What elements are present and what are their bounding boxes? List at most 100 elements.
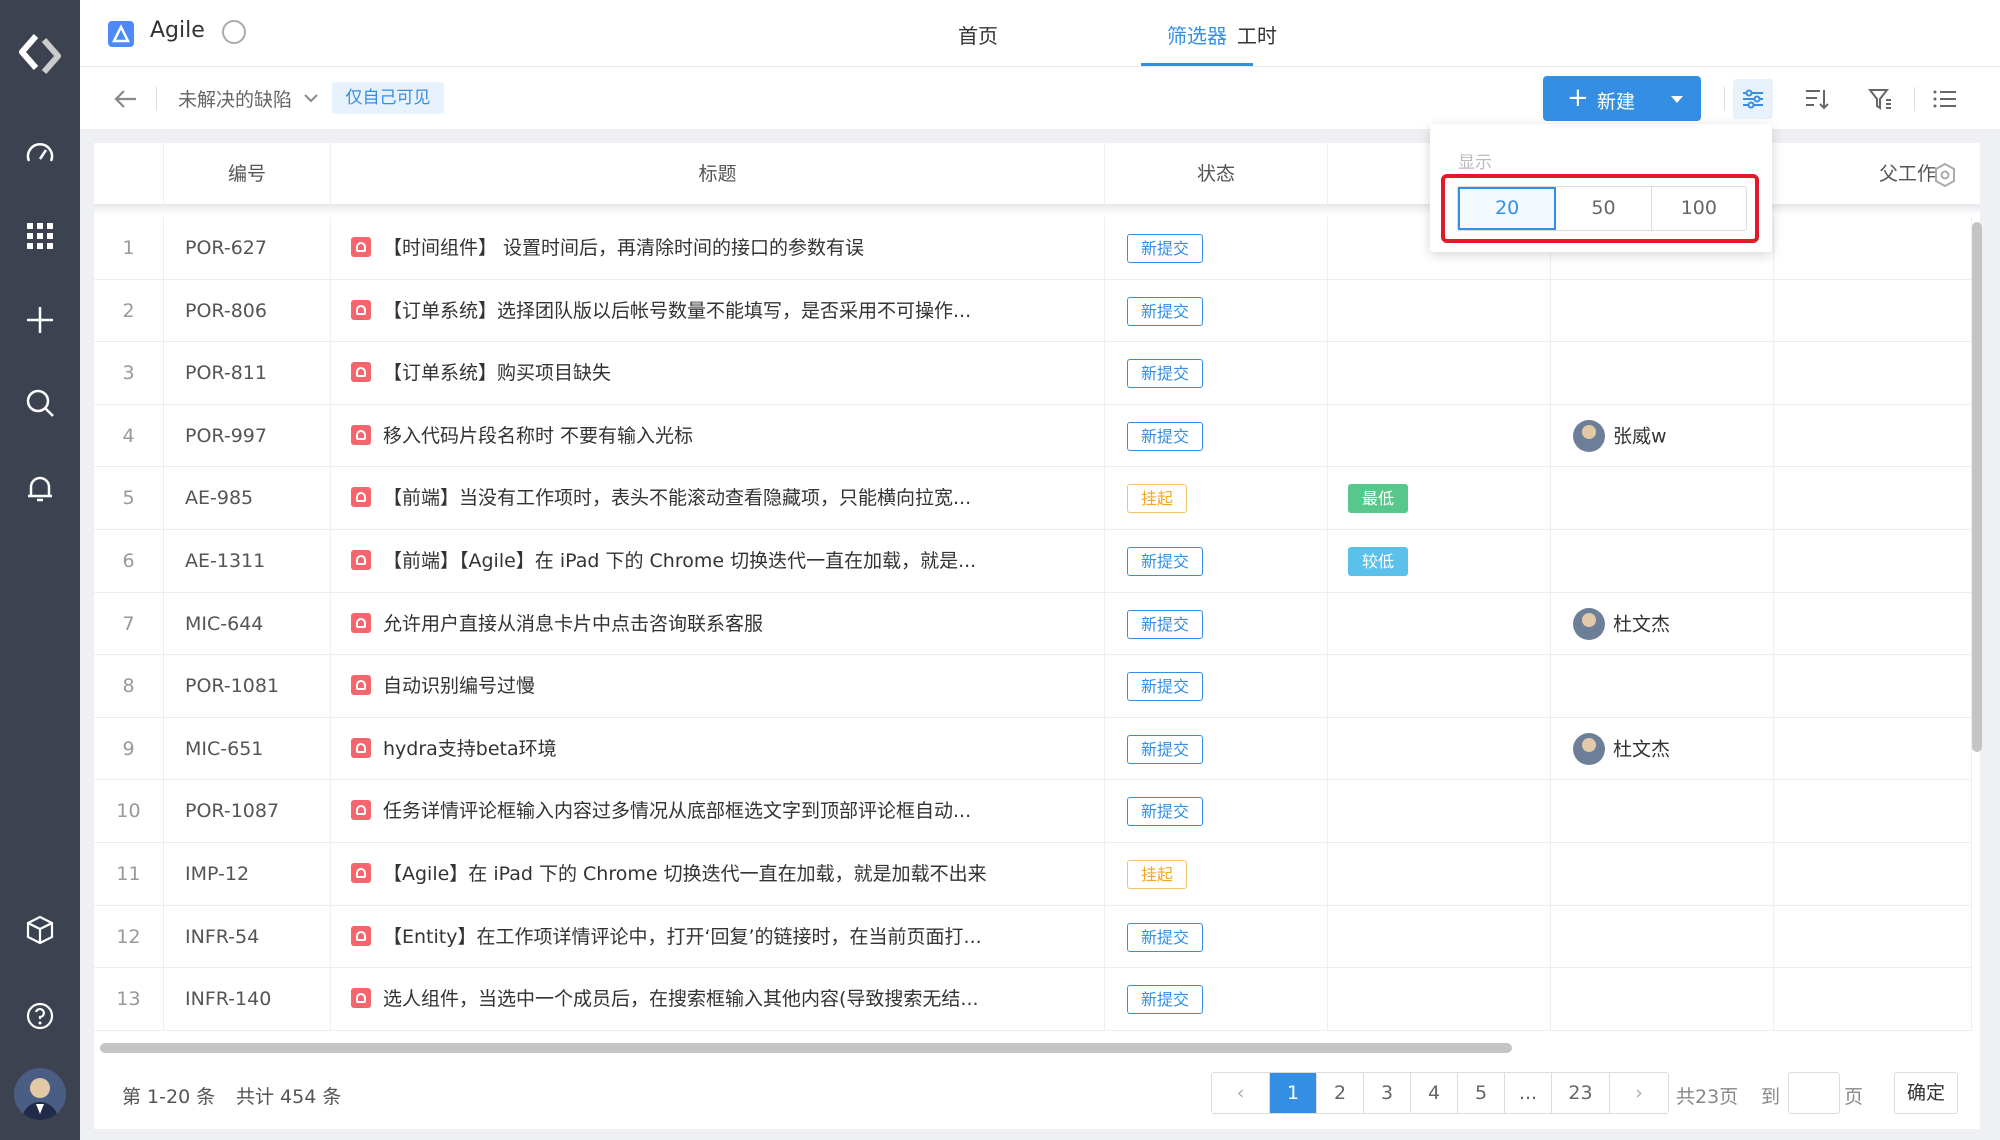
state-tag[interactable]: 新提交 xyxy=(1127,985,1204,1015)
assignee-cell[interactable] xyxy=(1551,842,1774,905)
issue-title[interactable]: 【订单系统】购买项目缺失 xyxy=(383,362,611,384)
priority-cell[interactable] xyxy=(1328,279,1551,342)
assignee-cell[interactable] xyxy=(1551,342,1774,405)
priority-cell[interactable] xyxy=(1328,717,1551,780)
issue-title[interactable]: 【订单系统】选择团队版以后帐号数量不能填写，是否采用不可操作... xyxy=(383,300,971,322)
state-tag[interactable]: 新提交 xyxy=(1127,734,1204,764)
state-tag[interactable]: 新提交 xyxy=(1127,797,1204,827)
issue-title-cell[interactable]: 【前端】当没有工作项时，表头不能滚动查看隐藏项，只能横向拉宽... xyxy=(331,467,1105,530)
issue-title[interactable]: 允许用户直接从消息卡片中点击咨询联系客服 xyxy=(383,613,763,635)
filter-icon[interactable] xyxy=(1860,79,1900,119)
parent-cell[interactable] xyxy=(1774,717,1972,780)
issue-title[interactable]: hydra支持beta环境 xyxy=(383,738,557,760)
priority-cell[interactable]: 最低 xyxy=(1328,467,1551,530)
parent-cell[interactable] xyxy=(1774,592,1972,655)
state-cell[interactable]: 新提交 xyxy=(1105,905,1328,968)
priority-tag[interactable]: 较低 xyxy=(1348,546,1409,576)
page-button[interactable]: 3 xyxy=(1364,1073,1411,1113)
parent-cell[interactable] xyxy=(1774,968,1972,1031)
parent-cell[interactable] xyxy=(1774,655,1972,718)
parent-cell[interactable] xyxy=(1774,279,1972,342)
table-row[interactable]: 5 AE-985 【前端】当没有工作项时，表头不能滚动查看隐藏项，只能横向拉宽...… xyxy=(94,467,1972,530)
priority-cell[interactable] xyxy=(1328,905,1551,968)
parent-cell[interactable] xyxy=(1774,842,1972,905)
vertical-scrollbar[interactable] xyxy=(1972,222,1982,752)
column-header-title[interactable]: 标题 xyxy=(331,143,1105,205)
issue-title-cell[interactable]: 【前端】【Agile】在 iPad 下的 Chrome 切换迭代一直在加载，就是… xyxy=(331,529,1105,592)
worktile-logo-icon[interactable] xyxy=(16,30,64,78)
state-cell[interactable]: 新提交 xyxy=(1105,217,1328,279)
issue-title[interactable]: 任务详情评论框输入内容过多情况从底部框选文字到顶部评论框自动... xyxy=(383,800,971,822)
table-row[interactable]: 3 POR-811 【订单系统】购买项目缺失 新提交 xyxy=(94,342,1972,405)
assignee-cell[interactable] xyxy=(1551,467,1774,530)
tab-home[interactable]: 首页 xyxy=(958,20,998,49)
issue-number[interactable]: INFR-140 xyxy=(164,968,331,1031)
next-page-chevron-right-icon[interactable]: › xyxy=(1610,1073,1668,1113)
state-tag[interactable]: 新提交 xyxy=(1127,296,1204,326)
state-cell[interactable]: 挂起 xyxy=(1105,467,1328,530)
issue-title[interactable]: 移入代码片段名称时 不要有输入光标 xyxy=(383,425,693,447)
state-tag[interactable]: 挂起 xyxy=(1127,859,1188,889)
parent-cell[interactable] xyxy=(1774,529,1972,592)
tab-worktime[interactable]: 工时 xyxy=(1237,20,1277,49)
table-row[interactable]: 6 AE-1311 【前端】【Agile】在 iPad 下的 Chrome 切换迭代… xyxy=(94,529,1972,593)
issue-number[interactable]: POR-806 xyxy=(164,279,331,342)
priority-cell[interactable] xyxy=(1328,968,1551,1031)
tab-filters[interactable]: 筛选器 xyxy=(1167,20,1227,49)
new-button[interactable]: + 新建 xyxy=(1543,76,1701,121)
column-settings-icon[interactable] xyxy=(1933,162,1957,191)
state-tag[interactable]: 新提交 xyxy=(1127,359,1204,389)
priority-cell[interactable] xyxy=(1328,342,1551,405)
list-view-icon[interactable] xyxy=(1925,79,1965,119)
state-cell[interactable]: 新提交 xyxy=(1105,279,1328,342)
assignee-cell[interactable] xyxy=(1551,655,1774,718)
table-row[interactable]: 8 POR-1081 自动识别编号过慢 新提交 xyxy=(94,655,1972,718)
back-arrow-icon[interactable] xyxy=(110,83,142,115)
state-cell[interactable]: 挂起 xyxy=(1105,842,1328,905)
issue-title[interactable]: 【前端】当没有工作项时，表头不能滚动查看隐藏项，只能横向拉宽... xyxy=(383,487,971,509)
page-button[interactable]: 5 xyxy=(1458,1073,1505,1113)
table-row[interactable]: 10 POR-1087 任务详情评论框输入内容过多情况从底部框选文字到顶部评论框自动… xyxy=(94,780,1972,843)
table-row[interactable]: 7 MIC-644 允许用户直接从消息卡片中点击咨询联系客服 新提交 杜文杰 xyxy=(94,592,1972,656)
state-tag[interactable]: 新提交 xyxy=(1127,609,1204,639)
state-cell[interactable]: 新提交 xyxy=(1105,717,1328,780)
issue-title[interactable]: 【前端】【Agile】在 iPad 下的 Chrome 切换迭代一直在加载，就是… xyxy=(383,550,976,572)
issue-title-cell[interactable]: 任务详情评论框输入内容过多情况从底部框选文字到顶部评论框自动... xyxy=(331,780,1105,843)
issue-title[interactable]: 自动识别编号过慢 xyxy=(383,675,535,697)
priority-cell[interactable] xyxy=(1328,404,1551,467)
parent-cell[interactable] xyxy=(1774,780,1972,843)
issue-number[interactable]: POR-627 xyxy=(164,217,331,279)
goto-page-input[interactable] xyxy=(1788,1072,1840,1114)
priority-cell[interactable]: 较低 xyxy=(1328,529,1551,592)
state-tag[interactable]: 新提交 xyxy=(1127,546,1204,576)
help-icon[interactable] xyxy=(20,996,60,1036)
column-header-state[interactable]: 状态 xyxy=(1105,143,1328,205)
state-cell[interactable]: 新提交 xyxy=(1105,342,1328,405)
apps-grid-icon[interactable] xyxy=(20,216,60,256)
issue-title[interactable]: 选人组件，当选中一个成员后，在搜索框输入其他内容(导致搜索无结... xyxy=(383,988,979,1010)
chevron-down-icon[interactable] xyxy=(302,89,320,111)
search-icon[interactable] xyxy=(20,383,60,423)
state-tag[interactable]: 新提交 xyxy=(1127,672,1204,702)
table-row[interactable]: 13 INFR-140 选人组件，当选中一个成员后，在搜索框输入其他内容(导致搜索无… xyxy=(94,968,1972,1031)
assignee-cell[interactable] xyxy=(1551,529,1774,592)
priority-cell[interactable] xyxy=(1328,592,1551,655)
table-row[interactable]: 4 POR-997 移入代码片段名称时 不要有输入光标 新提交 张威w xyxy=(94,404,1972,468)
parent-cell[interactable] xyxy=(1774,905,1972,968)
assignee-cell[interactable] xyxy=(1551,279,1774,342)
column-header-number[interactable]: 编号 xyxy=(164,143,331,205)
issue-title[interactable]: 【时间组件】 设置时间后，再清除时间的接口的参数有误 xyxy=(383,237,864,259)
issue-title-cell[interactable]: hydra支持beta环境 xyxy=(331,717,1105,780)
state-tag[interactable]: 新提交 xyxy=(1127,234,1204,263)
issue-number[interactable]: AE-1311 xyxy=(164,529,331,592)
parent-cell[interactable] xyxy=(1774,342,1972,405)
issue-title[interactable]: 【Entity】在工作项详情评论中，打开‘回复’的链接时，在当前页面打... xyxy=(383,926,982,948)
state-tag[interactable]: 新提交 xyxy=(1127,421,1204,451)
issue-number[interactable]: POR-997 xyxy=(164,404,331,467)
current-user-avatar[interactable] xyxy=(14,1068,66,1120)
parent-cell[interactable] xyxy=(1774,404,1972,467)
add-icon[interactable] xyxy=(20,300,60,340)
table-row[interactable]: 11 IMP-12 【Agile】在 iPad 下的 Chrome 切换迭代一直在加… xyxy=(94,842,1972,906)
issue-number[interactable]: MIC-651 xyxy=(164,717,331,780)
page-button[interactable]: 1 xyxy=(1270,1073,1317,1113)
